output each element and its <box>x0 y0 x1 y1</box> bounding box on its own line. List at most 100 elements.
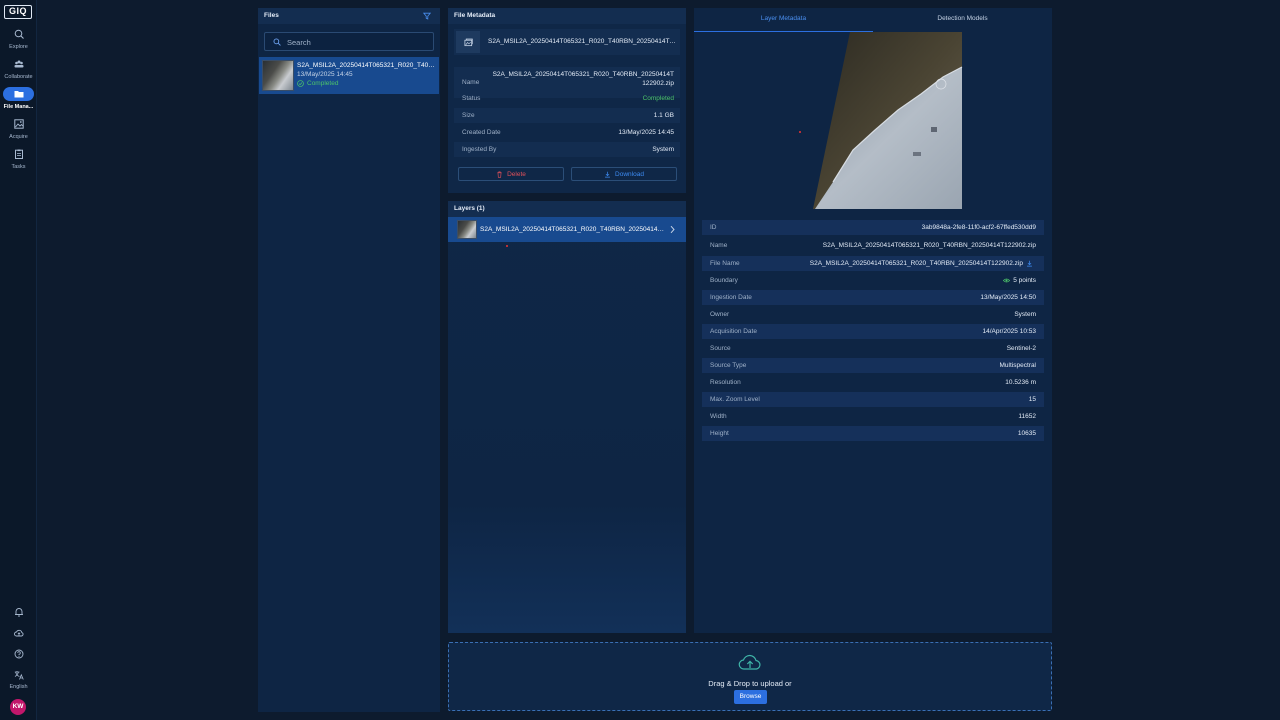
meta-row-ingested: Ingested By System <box>454 142 680 157</box>
layer-row-id: ID 3ab9848a-2fe8-11f0-acf2-67ffed530dd9 <box>702 220 1044 235</box>
notifications-button[interactable] <box>0 607 37 619</box>
image-icon <box>10 117 28 131</box>
upload-instructions: Drag & Drop to upload or <box>708 679 792 688</box>
layer-row-owner: Owner System <box>702 307 1044 322</box>
help-icon <box>14 649 23 659</box>
layers-panel: Layers (1) S2A_MSIL2A_20250414T065321_R0… <box>448 201 686 633</box>
files-header: Files <box>258 8 440 24</box>
layer-row-max-zoom: Max. Zoom Level 15 <box>702 392 1044 407</box>
layer-thumbnail <box>457 220 477 239</box>
check-circle-icon <box>297 80 304 87</box>
layer-value-name: S2A_MSIL2A_20250414T065321_R020_T40RBN_2… <box>822 242 1036 249</box>
download-icon[interactable] <box>1026 260 1033 267</box>
layer-value-boundary: 5 points <box>1013 277 1036 284</box>
file-name: S2A_MSIL2A_20250414T065321_R020_T40RBN_2… <box>297 62 435 69</box>
layer-value-filename: S2A_MSIL2A_20250414T065321_R020_T40RBN_2… <box>809 260 1023 267</box>
layer-row-acquisition-date: Acquisition Date 14/Apr/2025 10:53 <box>702 324 1044 339</box>
meta-value-status: Completed <box>642 95 674 102</box>
meta-value-created: 13/May/2025 14:45 <box>618 129 674 136</box>
layer-label-boundary: Boundary <box>710 277 738 284</box>
download-button[interactable]: Download <box>571 167 677 181</box>
nav-label-acquire: Acquire <box>9 134 28 140</box>
file-thumbnail <box>262 60 294 91</box>
layer-label-owner: Owner <box>710 311 730 318</box>
layer-value-owner: System <box>1014 311 1036 318</box>
language-label: English <box>9 684 28 690</box>
file-title-row: S2A_MSIL2A_20250414T065321_R020_T40RBN_2… <box>454 29 680 55</box>
folder-icon <box>3 87 34 101</box>
search-box <box>264 32 434 51</box>
meta-row-status: Status Completed <box>454 91 680 106</box>
layer-label-source-type: Source Type <box>710 362 747 369</box>
search-icon <box>273 38 281 46</box>
layer-value-id: 3ab9848a-2fe8-11f0-acf2-67ffed530dd9 <box>921 224 1036 231</box>
layer-row-resolution: Resolution 10.5236 m <box>702 375 1044 390</box>
tab-layer-metadata[interactable]: Layer Metadata <box>694 8 873 32</box>
nav-item-collaborate[interactable]: Collaborate <box>0 57 37 85</box>
layer-name: S2A_MSIL2A_20250414T065321_R020_T40RBN_2… <box>480 226 666 233</box>
nav-item-file-manager[interactable]: File Mana... <box>0 87 37 115</box>
search-input[interactable] <box>287 36 427 48</box>
layer-row-source-type: Source Type Multispectral <box>702 358 1044 373</box>
layer-label-name: Name <box>710 242 728 249</box>
app-logo[interactable]: GIQ <box>4 5 32 19</box>
meta-value-ingested: System <box>652 146 674 153</box>
layer-value-source-type: Multispectral <box>999 362 1036 369</box>
meta-row-created: Created Date 13/May/2025 14:45 <box>454 125 680 140</box>
layer-label-max-zoom: Max. Zoom Level <box>710 396 760 403</box>
layers-title: Layers (1) <box>454 205 485 212</box>
eye-icon <box>1003 278 1011 283</box>
nav-item-acquire[interactable]: Acquire <box>0 117 37 145</box>
file-list-item[interactable]: S2A_MSIL2A_20250414T065321_R020_T40RBN_2… <box>259 57 439 94</box>
marker-dot <box>506 245 508 247</box>
language-button[interactable]: English <box>0 670 37 690</box>
layer-label-filename: File Name <box>710 260 740 267</box>
cloud-upload-icon <box>13 629 23 637</box>
layer-row-width: Width 11652 <box>702 409 1044 424</box>
nav-label-tasks: Tasks <box>11 164 26 170</box>
bell-icon <box>14 608 23 617</box>
file-metadata-header: File Metadata <box>448 8 686 24</box>
explore-icon <box>10 27 28 41</box>
layer-label-source: Source <box>710 345 731 352</box>
layer-row-name: Name S2A_MSIL2A_20250414T065321_R020_T40… <box>702 238 1044 253</box>
filter-icon[interactable] <box>423 12 431 20</box>
browse-button[interactable]: Browse <box>734 690 767 704</box>
file-metadata-panel: File Metadata S2A_MSIL2A_20250414T065321… <box>448 8 686 193</box>
nav-item-tasks[interactable]: Tasks <box>0 147 37 175</box>
layer-value-boundary-wrap[interactable]: 5 points <box>1000 273 1036 288</box>
cloud-upload-button[interactable] <box>0 628 37 640</box>
user-avatar[interactable]: KW <box>10 699 26 715</box>
meta-value-size: 1.1 GB <box>653 112 674 119</box>
layer-list-item[interactable]: S2A_MSIL2A_20250414T065321_R020_T40RBN_2… <box>448 217 686 242</box>
download-icon <box>605 171 610 178</box>
layer-row-source: Source Sentinel-2 <box>702 341 1044 356</box>
file-status: Completed <box>297 80 338 87</box>
layers-header: Layers (1) <box>448 201 686 217</box>
layer-row-height: Height 10635 <box>702 426 1044 441</box>
meta-row-size: Size 1.1 GB <box>454 108 680 123</box>
nav-label-file-manager: File Mana... <box>3 104 34 110</box>
meta-value-name-line2: 122902.zip <box>642 80 674 87</box>
nav-item-explore[interactable]: Explore <box>0 27 37 55</box>
layer-label-acquisition-date: Acquisition Date <box>710 328 757 335</box>
layer-value-resolution: 10.5236 m <box>1005 379 1036 386</box>
layer-preview-image <box>813 32 963 209</box>
layer-label-width: Width <box>710 413 727 420</box>
trash-icon <box>497 171 502 178</box>
file-metadata-filename: S2A_MSIL2A_20250414T065321_R020_T40RBN_2… <box>488 38 676 45</box>
delete-button[interactable]: Delete <box>458 167 564 181</box>
meta-value-name-line1: S2A_MSIL2A_20250414T065321_R020_T40RBN_2… <box>492 71 674 78</box>
chevron-right-icon <box>670 225 675 234</box>
layer-value-source: Sentinel-2 <box>1006 345 1036 352</box>
files-panel: Files S2A_MSIL2A_20250414T065321_R020_T4… <box>258 8 440 712</box>
tab-detection-models[interactable]: Detection Models <box>873 8 1052 32</box>
layer-value-width: 11652 <box>1018 413 1036 420</box>
nav-rail: GIQ Explore Collaborate File Mana... Acq… <box>0 0 37 720</box>
layer-label-id: ID <box>710 224 717 231</box>
help-button[interactable] <box>0 649 37 661</box>
upload-dropzone[interactable]: Drag & Drop to upload or Browse <box>448 642 1052 711</box>
layer-row-filename: File Name S2A_MSIL2A_20250414T065321_R02… <box>702 256 1044 271</box>
meta-label-size: Size <box>462 112 475 119</box>
file-date: 13/May/2025 14:45 <box>297 71 353 78</box>
